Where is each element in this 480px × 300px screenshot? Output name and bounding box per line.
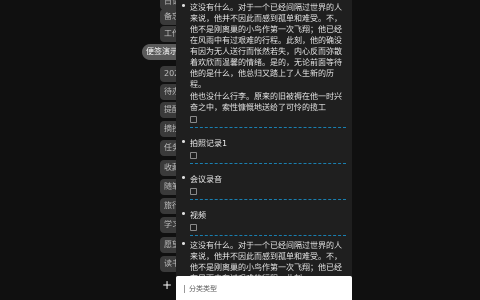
image-icon[interactable] <box>190 224 197 231</box>
notes-panel: 这没有什么。对于一个已经间隔过世界的人来说，他并不因此而感到孤单和难受。不，他不… <box>176 0 352 300</box>
note-title: 会议录音 <box>190 175 222 184</box>
note-body-continued: 他也没什么行李。原来的旧被褥在他一时兴奋之中，索性慷慨地送给了可怜的揽工 <box>190 92 342 112</box>
category-type-sheet[interactable]: 分类类型 <box>176 276 352 300</box>
sidebar-tab-active[interactable]: 便签演示 <box>142 44 178 60</box>
category-sidebar: 日记 备忘 工作 便签演示 2023 待办 提醒 摘抄 任务 收藏 随笔 旅行 … <box>0 0 178 300</box>
bullet-dot <box>182 4 185 7</box>
image-icon[interactable] <box>190 116 197 123</box>
note-entry-audio[interactable]: 会议录音 <box>176 164 352 195</box>
image-icon[interactable] <box>190 152 197 159</box>
note-title: 视频 <box>190 211 206 220</box>
note-entry-text[interactable]: 这没有什么。对于一个已经间隔过世界的人来说，他并不因此而感到孤单和难受。不，他不… <box>176 0 352 123</box>
category-type-label: 分类类型 <box>184 285 217 293</box>
image-icon[interactable] <box>190 188 197 195</box>
bullet-dot <box>182 212 185 215</box>
bullet-dot <box>182 176 185 179</box>
bullet-dot <box>182 140 185 143</box>
note-title: 拍照记录1 <box>190 139 228 148</box>
add-category-button[interactable]: + <box>160 278 174 292</box>
note-body: 这没有什么。对于一个已经间隔过世界的人来说，他并不因此而感到孤单和难受。不，他不… <box>190 3 342 89</box>
app-screen: 日记 备忘 工作 便签演示 2023 待办 提醒 摘抄 任务 收藏 随笔 旅行 … <box>0 0 480 300</box>
bullet-dot <box>182 242 185 245</box>
note-entry-video[interactable]: 视频 <box>176 200 352 231</box>
note-entry-photo[interactable]: 拍照记录1 <box>176 128 352 159</box>
